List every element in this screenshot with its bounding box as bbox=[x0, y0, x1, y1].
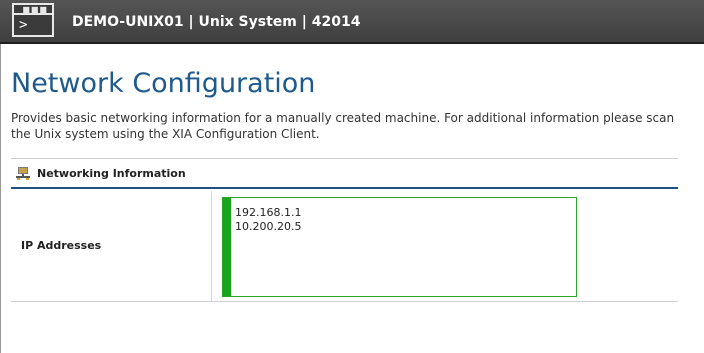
ip-address-list: 192.168.1.1 10.200.20.5 bbox=[235, 206, 301, 234]
header-title: DEMO-UNIX01 | Unix System | 42014 bbox=[72, 14, 361, 30]
network-icon bbox=[16, 167, 30, 180]
section-header: Networking Information bbox=[11, 159, 678, 189]
table-row: IP Addresses 192.168.1.1 10.200.20.5 bbox=[11, 191, 678, 302]
section-title: Networking Information bbox=[37, 167, 186, 180]
terminal-icon: ■■■ > bbox=[12, 3, 54, 37]
page-title: Network Configuration bbox=[11, 68, 316, 99]
page-description: Provides basic networking information fo… bbox=[11, 111, 675, 141]
ip-addresses-box: 192.168.1.1 10.200.20.5 bbox=[222, 197, 577, 297]
status-indicator bbox=[223, 198, 231, 296]
header-bar: ■■■ > DEMO-UNIX01 | Unix System | 42014 bbox=[0, 0, 704, 44]
list-item: 192.168.1.1 bbox=[235, 206, 302, 219]
column-divider bbox=[211, 191, 212, 301]
list-item: 10.200.20.5 bbox=[235, 220, 302, 233]
row-label-ip-addresses: IP Addresses bbox=[21, 239, 102, 252]
left-border bbox=[0, 44, 1, 353]
terminal-prompt-glyph: > bbox=[19, 17, 28, 33]
